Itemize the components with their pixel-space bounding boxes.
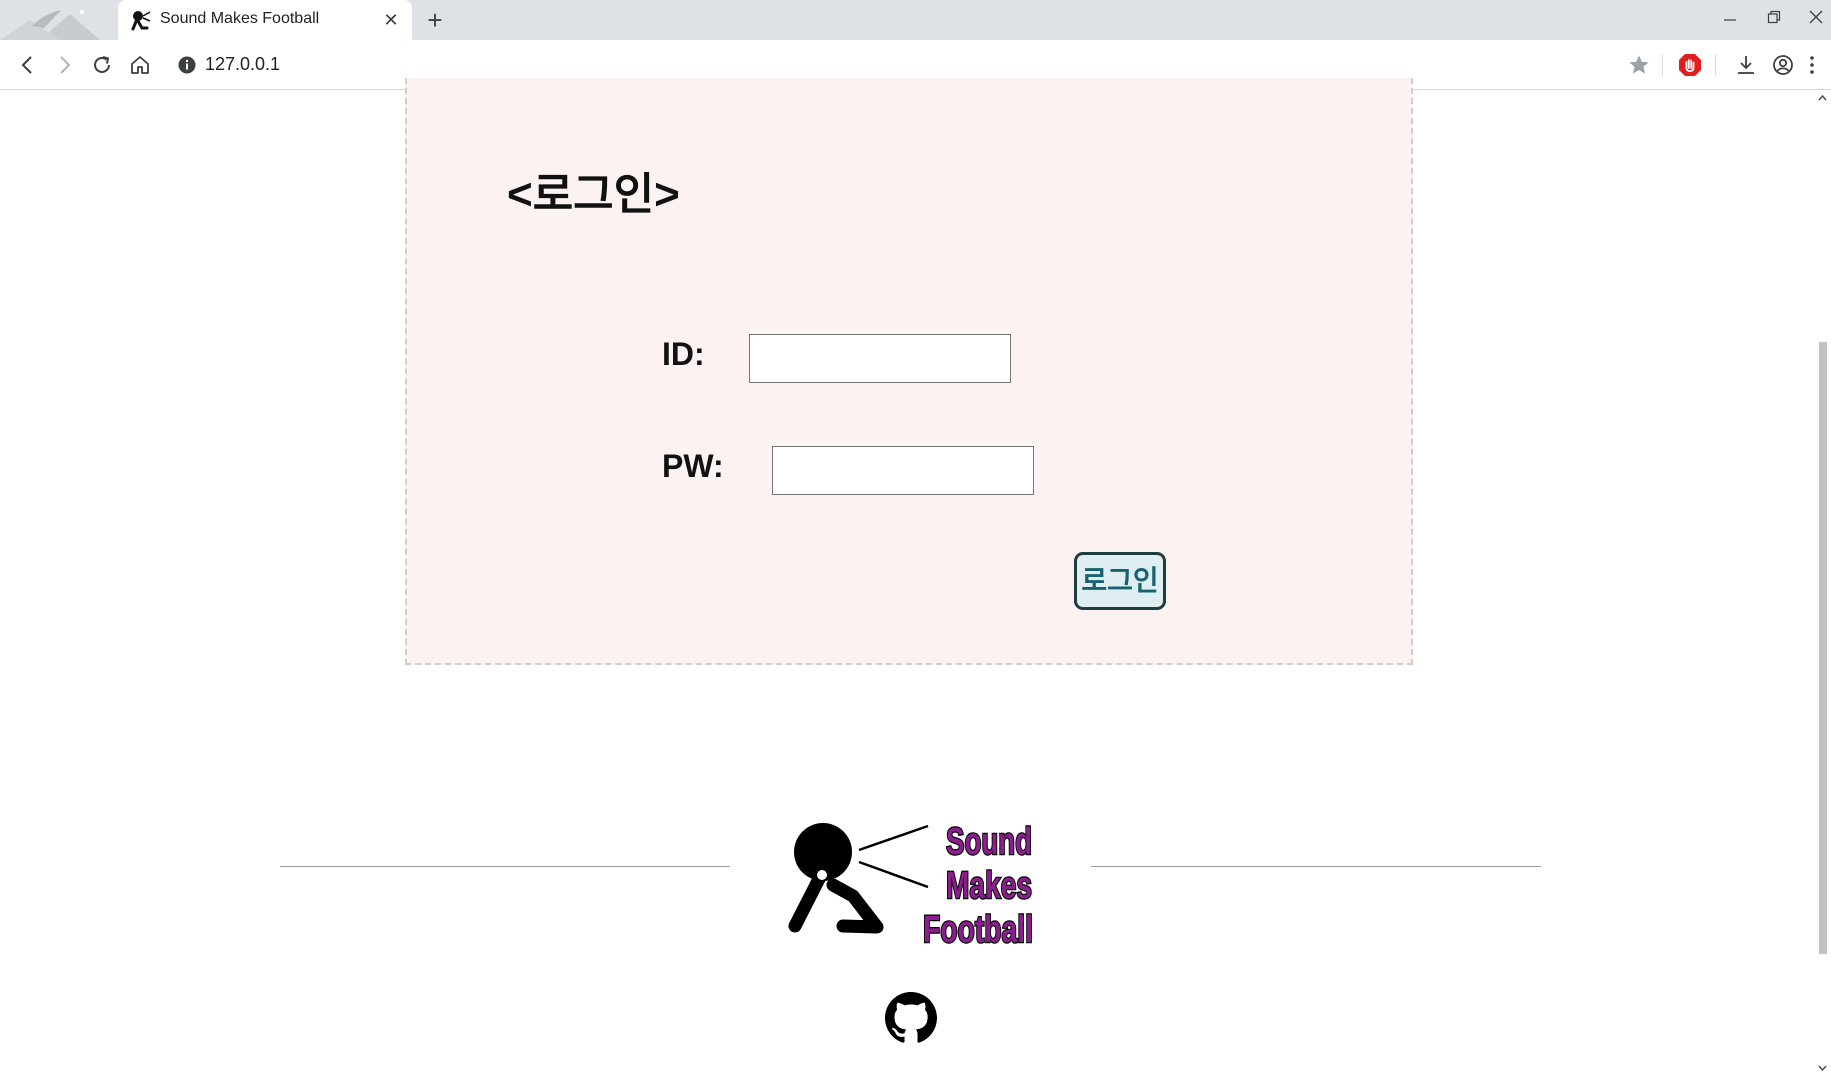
login-button[interactable]: 로그인 (1074, 552, 1166, 610)
logo-text-makes: Makes (946, 865, 1032, 907)
page-scrollbar[interactable] (1814, 90, 1831, 1080)
kebab-menu-icon (1810, 56, 1814, 74)
menu-button[interactable] (1802, 50, 1822, 80)
extension-button[interactable] (1675, 50, 1705, 80)
reload-icon (94, 56, 110, 73)
site-favicon-icon (131, 11, 151, 31)
bookmark-button[interactable] (1624, 50, 1654, 80)
scrollbar-thumb[interactable] (1819, 342, 1827, 954)
scroll-down-arrow-icon[interactable] (1814, 1062, 1831, 1074)
home-button[interactable] (125, 50, 155, 80)
minimize-button[interactable] (1710, 0, 1750, 34)
home-icon (131, 56, 149, 74)
login-form: <로그인> ID: PW: 로그인 (405, 78, 1413, 665)
tab-active[interactable]: Sound Makes Football ✕ (118, 0, 412, 40)
toolbar-separator (1662, 54, 1663, 76)
close-tab-icon[interactable]: ✕ (380, 9, 402, 31)
forward-button[interactable] (49, 50, 79, 80)
github-icon[interactable] (885, 992, 937, 1044)
profile-icon (1773, 55, 1793, 75)
close-window-button[interactable] (1796, 0, 1831, 34)
forward-arrow-icon (60, 56, 71, 74)
download-button[interactable] (1731, 50, 1761, 80)
back-button[interactable] (13, 50, 43, 80)
stop-hand-icon (1679, 54, 1701, 76)
toolbar-separator (1715, 54, 1716, 76)
restore-button[interactable] (1754, 0, 1794, 34)
logo-text-football: Football (923, 909, 1033, 946)
scroll-up-arrow-icon[interactable] (1814, 92, 1831, 104)
id-input[interactable] (749, 334, 1011, 383)
restore-icon (1767, 10, 1781, 24)
address-bar-url[interactable]: 127.0.0.1 (205, 54, 280, 75)
minimize-icon (1724, 19, 1736, 21)
background-tab[interactable] (0, 0, 118, 40)
back-arrow-icon (21, 56, 32, 74)
footer-divider-right (1091, 866, 1541, 867)
reload-button[interactable] (87, 50, 117, 80)
footer-divider-left (280, 866, 730, 867)
profile-button[interactable] (1768, 50, 1798, 80)
site-info-button[interactable] (172, 50, 202, 80)
login-heading: <로그인> (507, 170, 680, 219)
logo-text-sound: Sound (946, 821, 1032, 863)
close-icon (1809, 10, 1823, 24)
sound-makes-football-logo: Sound Makes Football (788, 820, 1034, 946)
mountain-bird-wallpaper-icon (0, 10, 100, 40)
tab-title: Sound Makes Football (160, 10, 320, 27)
pw-input[interactable] (772, 446, 1034, 495)
new-tab-button[interactable]: + (420, 5, 450, 35)
download-icon (1738, 56, 1754, 74)
info-icon (178, 56, 196, 74)
id-label: ID: (662, 336, 705, 372)
tab-strip: Sound Makes Football ✕ + (0, 0, 1831, 40)
pw-label: PW: (662, 448, 724, 484)
star-icon (1629, 55, 1649, 74)
